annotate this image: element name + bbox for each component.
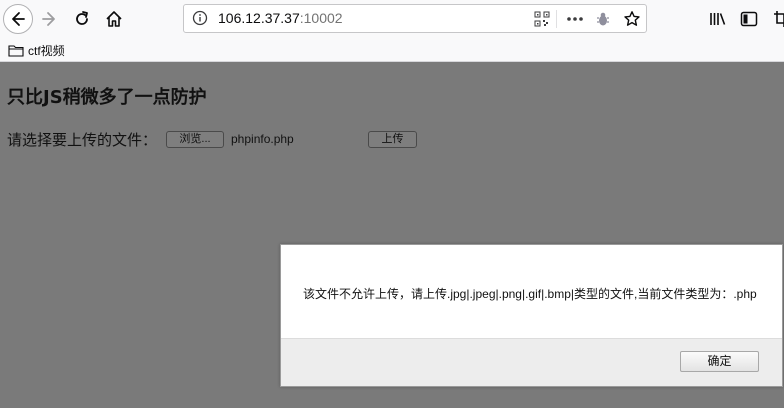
upload-label: 请选择要上传的文件： [7, 131, 158, 149]
alert-dialog: 该文件不允许上传，请上传.jpg|.jpeg|.png|.gif|.bmp|类型… [280, 244, 783, 387]
qr-code-icon[interactable] [533, 10, 551, 28]
page-title: 只比JS稍微多了一点防护 [7, 87, 207, 108]
bookmarks-bar: ctf视频 [0, 38, 784, 62]
dialog-footer: 确定 [281, 338, 782, 386]
browser-toolbar: 106.12.37.37:10002 [0, 0, 784, 38]
upload-button[interactable]: 上传 [368, 131, 417, 148]
bookmark-label: ctf视频 [28, 44, 65, 58]
screenshot-icon[interactable] [770, 9, 784, 29]
forward-icon [42, 12, 55, 26]
reload-icon [76, 11, 88, 25]
url-separator [556, 10, 557, 28]
bookmark-folder[interactable]: ctf视频 [8, 42, 65, 59]
browse-button[interactable]: 浏览... [166, 131, 224, 148]
back-icon [12, 12, 25, 26]
selected-file-name: phpinfo.php [231, 132, 294, 146]
url-text[interactable]: 106.12.37.37:10002 [218, 10, 343, 26]
url-host: 106.12.37.37 [218, 10, 300, 26]
address-bar[interactable]: 106.12.37.37:10002 [183, 4, 647, 33]
back-button[interactable] [3, 4, 33, 34]
reload-button[interactable] [67, 4, 97, 34]
forward-button[interactable] [34, 4, 64, 34]
sidebar-icon[interactable] [739, 9, 759, 29]
more-icon[interactable] [566, 10, 584, 28]
ok-button[interactable]: 确定 [680, 351, 759, 372]
star-icon[interactable] [623, 10, 641, 28]
alert-message: 该文件不允许上传，请上传.jpg|.jpeg|.png|.gif|.bmp|类型… [303, 287, 757, 301]
bug-icon[interactable] [594, 10, 612, 28]
url-port: :10002 [299, 10, 343, 26]
folder-icon [8, 45, 24, 57]
library-icon[interactable] [708, 9, 728, 29]
home-button[interactable] [99, 4, 129, 34]
home-icon [106, 11, 122, 27]
info-icon[interactable] [192, 10, 208, 26]
